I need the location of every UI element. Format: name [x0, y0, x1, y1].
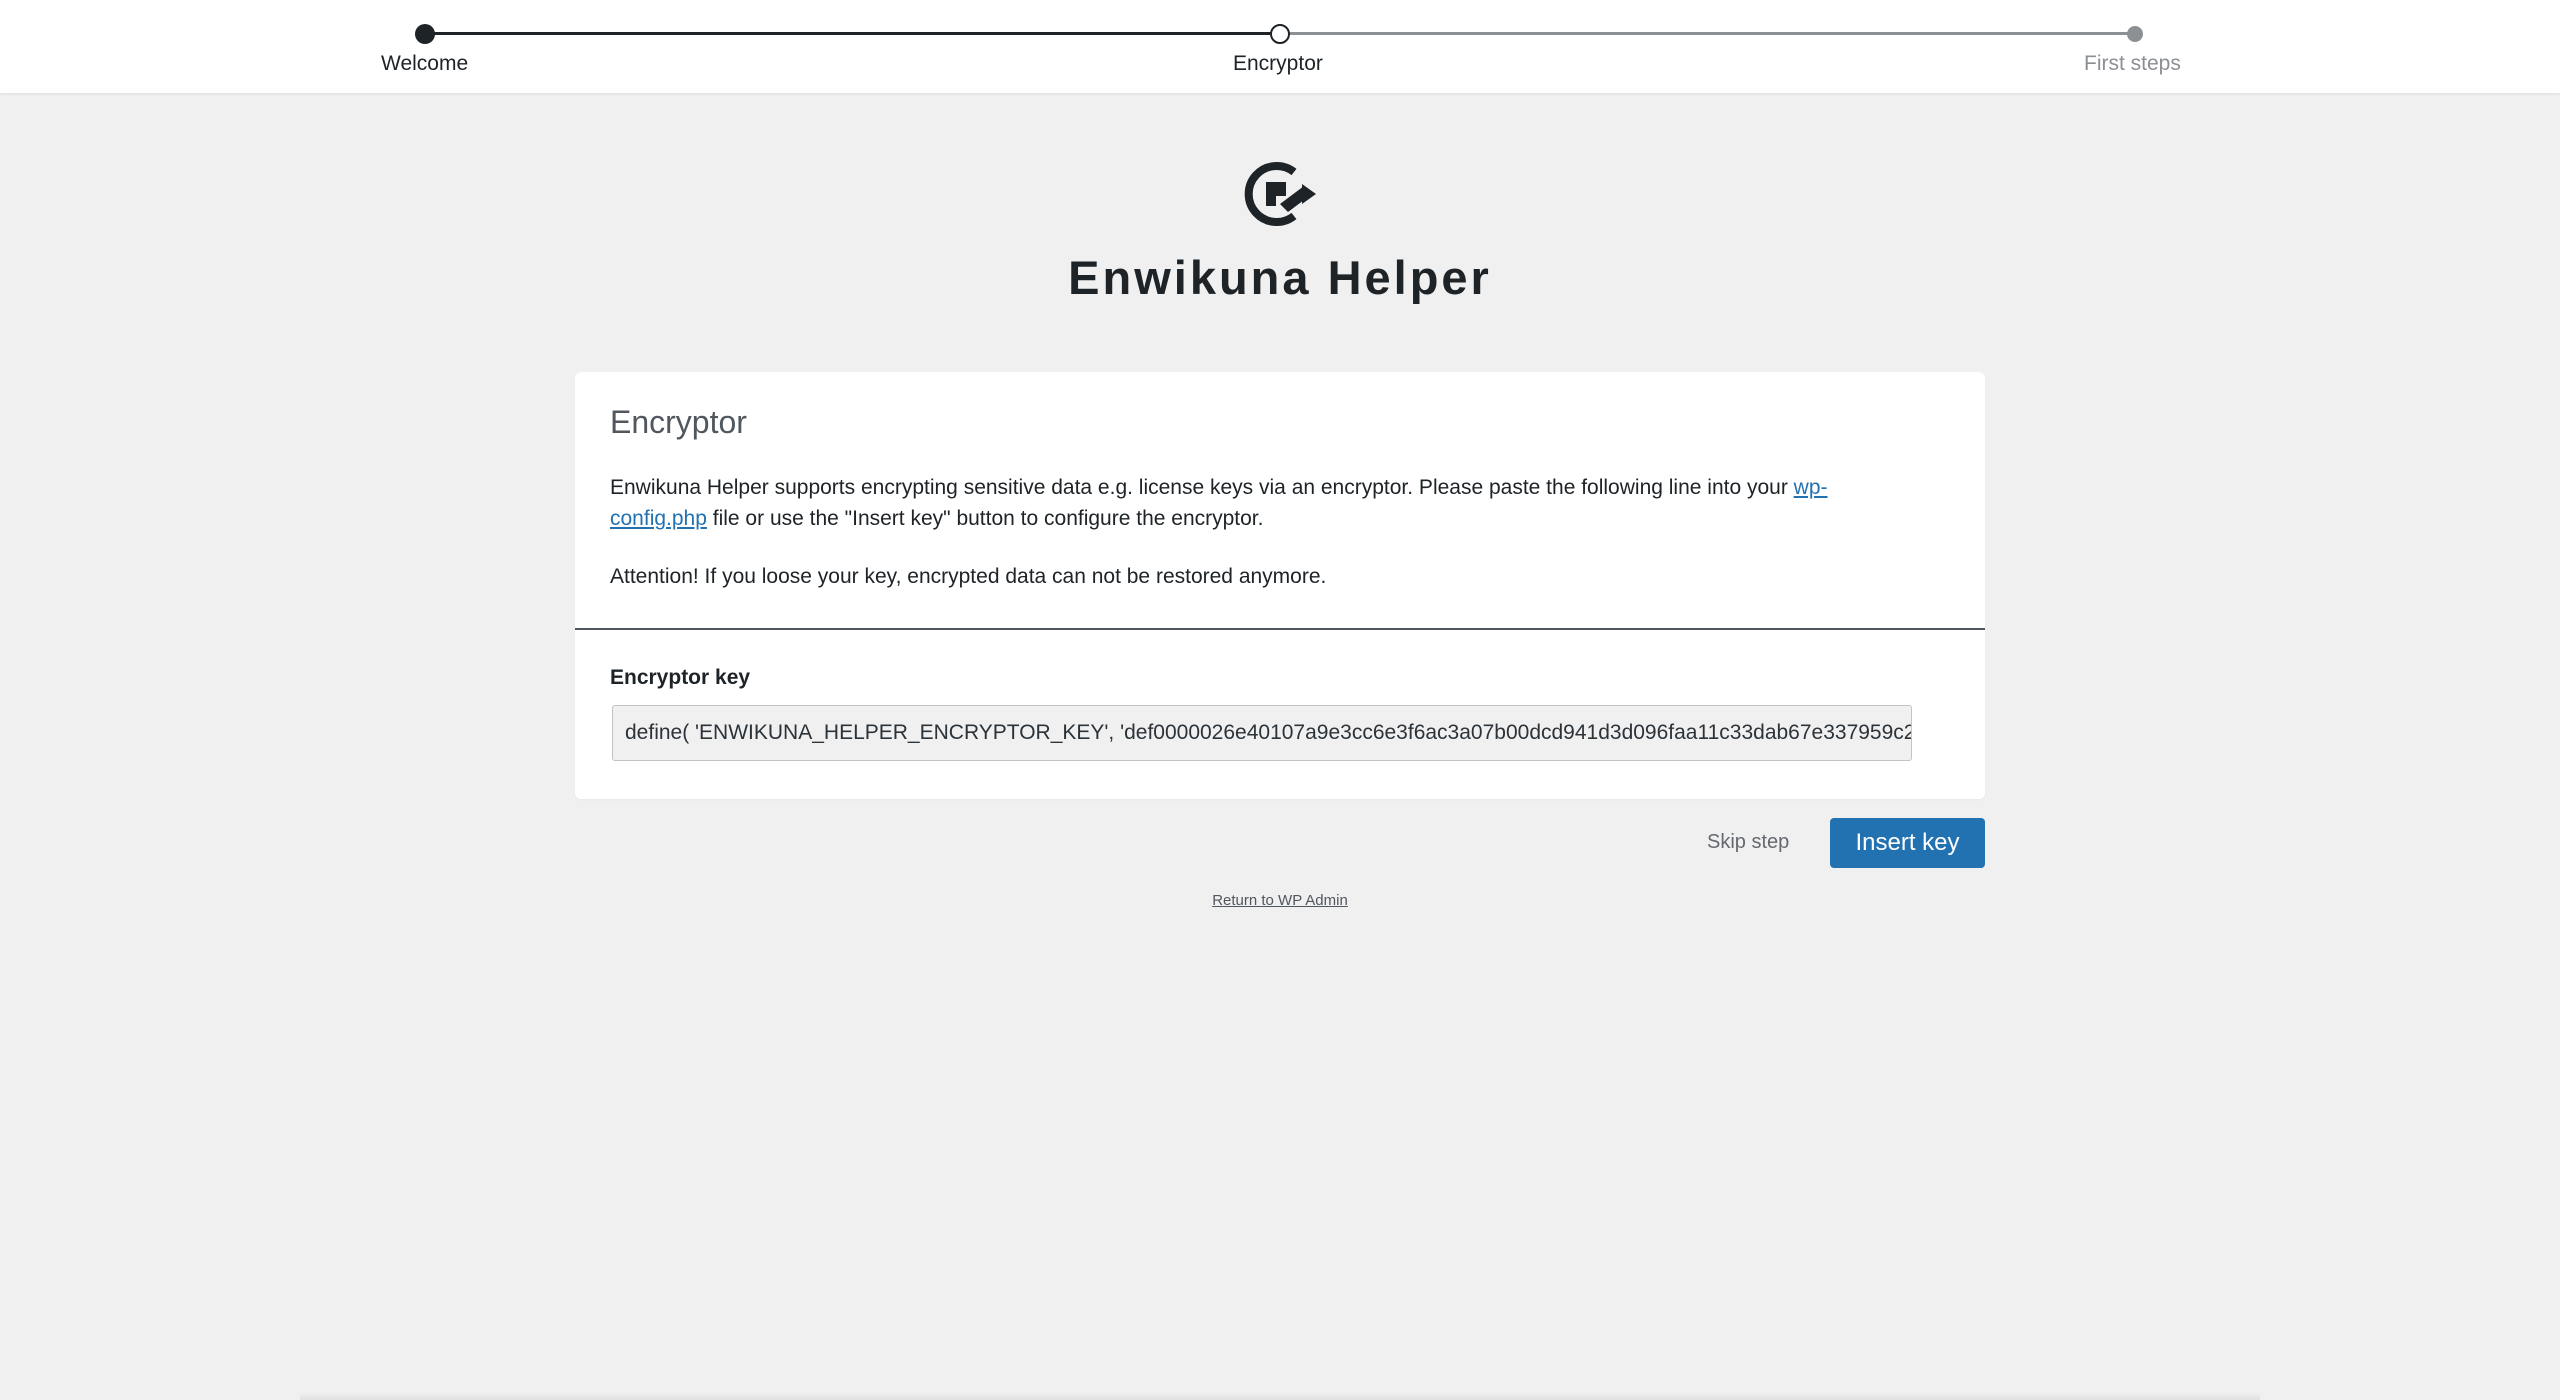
card-divider [575, 628, 1985, 630]
skip-step-button[interactable]: Skip step [1707, 831, 1789, 854]
description-text-end: file or use the "Insert key" button to c… [706, 507, 1264, 530]
step-label-welcome[interactable]: Welcome [381, 52, 468, 76]
step-dot-first-steps [2127, 26, 2143, 42]
encryptor-key-field[interactable]: define( 'ENWIKUNA_HELPER_ENCRYPTOR_KEY',… [612, 705, 1912, 761]
card-title: Encryptor [610, 404, 747, 440]
insert-key-button[interactable]: Insert key [1830, 818, 1985, 868]
description-text-start: Enwikuna Helper supports encrypting sens… [610, 476, 1794, 499]
step-label-encryptor[interactable]: Encryptor [1233, 52, 1323, 76]
step-label-first-steps: First steps [2084, 52, 2181, 75]
step-dot-welcome [415, 24, 435, 44]
step-dot-encryptor [1270, 24, 1290, 44]
card-description: Enwikuna Helper supports encrypting sens… [610, 472, 1920, 534]
app-title: Enwikuna Helper [1068, 251, 1492, 304]
enwikuna-logo-icon [1244, 162, 1316, 226]
progress-track-completed [425, 32, 1280, 35]
setup-steps-bar: Welcome Encryptor First steps [0, 0, 2560, 93]
encryptor-card: Encryptor Enwikuna Helper supports encry… [575, 372, 1985, 799]
progress-track-remaining [1280, 32, 2135, 35]
warning-text: Attention! If you loose your key, encryp… [610, 565, 1327, 588]
return-to-wp-admin-link[interactable]: Return to WP Admin [0, 892, 2560, 909]
encryptor-key-label: Encryptor key [610, 666, 751, 689]
bottom-shadow [300, 1392, 2260, 1400]
